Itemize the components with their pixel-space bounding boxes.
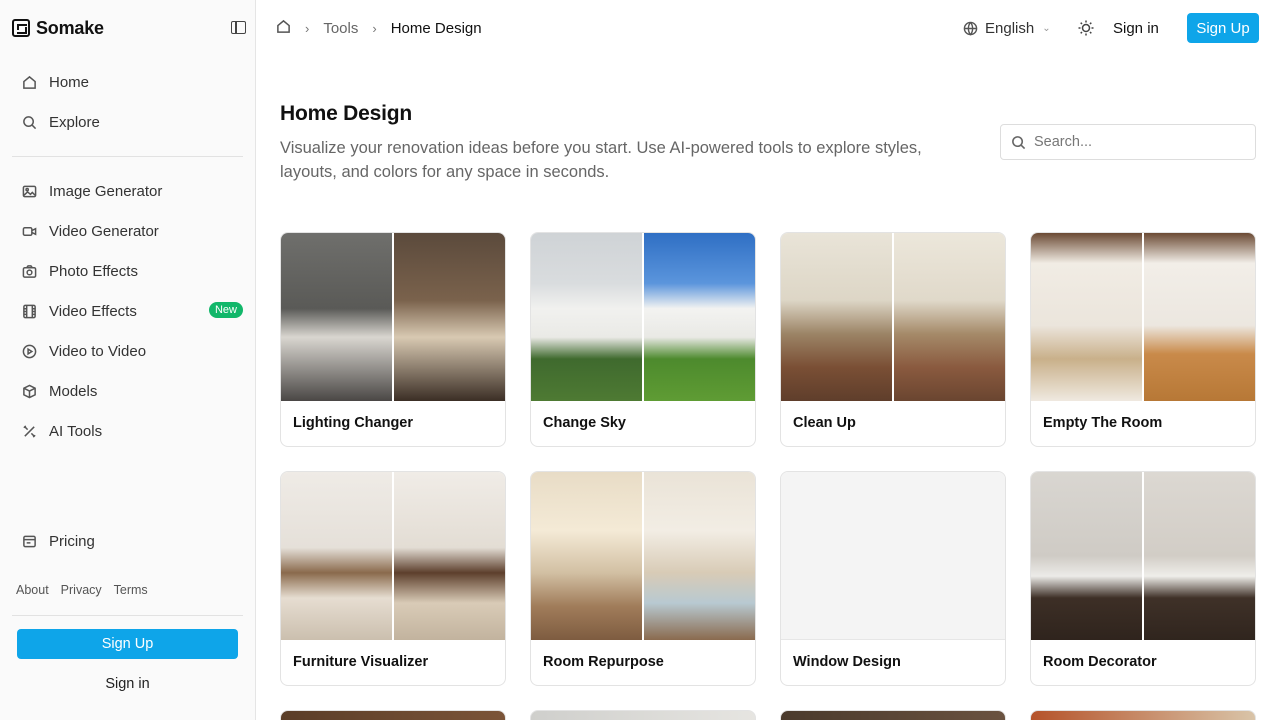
cube-icon (21, 383, 37, 399)
sidebar-item-home[interactable]: Home (12, 64, 244, 100)
sidebar-item-pricing[interactable]: Pricing (12, 523, 244, 559)
sidebar-item-label: Explore (49, 113, 100, 131)
sidebar-item-video-generator[interactable]: Video Generator (12, 213, 244, 249)
sidebar-item-label: Video Generator (49, 222, 159, 240)
sidebar-item-ai-tools[interactable]: AI Tools (12, 413, 244, 449)
breadcrumb-tools[interactable]: Tools (323, 20, 358, 37)
search-icon (1012, 135, 1026, 149)
tool-card-clean-up[interactable]: Clean Up (780, 232, 1006, 447)
card-title: Room Repurpose (543, 654, 664, 670)
receipt-icon (21, 533, 37, 549)
tool-card-empty-the-room[interactable]: Empty The Room (1030, 232, 1256, 447)
sidebar-item-label: Pricing (49, 532, 95, 550)
sidebar-item-video-effects[interactable]: Video Effects New (12, 293, 244, 329)
sidebar-item-models[interactable]: Models (12, 373, 244, 409)
card-thumbnail (281, 233, 505, 401)
sidebar-item-label: Image Generator (49, 182, 163, 200)
sidebar-divider (12, 615, 243, 616)
camera-icon (21, 263, 37, 279)
brand-name: Somake (36, 17, 104, 38)
brand[interactable]: Somake (12, 16, 104, 40)
home-icon (21, 74, 37, 90)
language-selector[interactable]: English ⌄ (963, 18, 1051, 38)
video-icon (21, 223, 37, 239)
sidebar-item-label: AI Tools (49, 422, 103, 440)
sidebar-sign-up-button[interactable]: Sign Up (17, 629, 238, 659)
sidebar-item-label: Home (49, 73, 90, 91)
tool-card-partial[interactable] (1030, 710, 1256, 720)
card-thumbnail (281, 472, 505, 640)
header-sign-in-button[interactable]: Sign in (1113, 17, 1159, 39)
card-thumbnail (781, 233, 1005, 401)
sidebar-item-video-to-video[interactable]: Video to Video (12, 333, 244, 369)
tool-card-furniture-visualizer[interactable]: Furniture Visualizer (280, 471, 506, 686)
card-thumbnail (1031, 233, 1255, 401)
privacy-link[interactable]: Privacy (61, 583, 102, 597)
new-badge: New (208, 302, 243, 318)
sidebar-collapse-icon[interactable] (231, 21, 246, 34)
sidebar: Somake Home Explore Image Generator Vide… (0, 0, 256, 720)
theme-toggle-sun-icon[interactable] (1077, 19, 1095, 37)
somake-logo-icon (12, 19, 30, 37)
sidebar-item-label: Photo Effects (49, 262, 138, 280)
film-icon (21, 303, 37, 319)
chevron-down-icon: ⌄ (1042, 22, 1051, 34)
chevron-right-icon: › (305, 20, 310, 36)
play-circle-icon (21, 343, 37, 359)
globe-icon (963, 21, 978, 36)
sidebar-item-image-generator[interactable]: Image Generator (12, 173, 244, 209)
card-thumbnail (531, 472, 755, 640)
breadcrumb-current: Home Design (390, 19, 482, 37)
card-title: Furniture Visualizer (293, 654, 429, 670)
terms-link[interactable]: Terms (114, 583, 148, 597)
sidebar-divider (12, 156, 243, 157)
card-thumbnail (531, 233, 755, 401)
sidebar-item-explore[interactable]: Explore (12, 104, 244, 140)
tool-card-change-sky[interactable]: Change Sky (530, 232, 756, 447)
sidebar-item-photo-effects[interactable]: Photo Effects (12, 253, 244, 289)
about-link[interactable]: About (16, 583, 49, 597)
tool-card-room-repurpose[interactable]: Room Repurpose (530, 471, 756, 686)
sidebar-item-label: Video to Video (49, 342, 147, 360)
page-title: Home Design (280, 102, 412, 125)
sidebar-sign-in-button[interactable]: Sign in (17, 671, 238, 697)
footer-links: About Privacy Terms (16, 583, 148, 597)
header-sign-up-button[interactable]: Sign Up (1187, 13, 1259, 43)
search-input[interactable] (1034, 134, 1234, 150)
tool-card-partial[interactable] (780, 710, 1006, 720)
card-title: Room Decorator (1043, 654, 1157, 670)
search-box[interactable] (1000, 124, 1256, 160)
card-title: Change Sky (543, 415, 626, 431)
chevron-right-icon: › (372, 20, 377, 36)
tool-card-lighting-changer[interactable]: Lighting Changer (280, 232, 506, 447)
sidebar-item-label: Models (49, 382, 98, 400)
card-thumbnail (1031, 472, 1255, 640)
tools-icon (21, 423, 37, 439)
image-icon (21, 183, 37, 199)
language-label: English (985, 19, 1035, 37)
card-title: Window Design (793, 654, 901, 670)
tool-card-partial[interactable] (530, 710, 756, 720)
card-thumbnail-placeholder (781, 472, 1005, 640)
sidebar-item-label: Video Effects (49, 302, 137, 320)
tool-card-window-design[interactable]: Window Design (780, 471, 1006, 686)
card-title: Lighting Changer (293, 415, 414, 431)
tool-card-room-decorator[interactable]: Room Decorator (1030, 471, 1256, 686)
breadcrumb: › Tools › Home Design (276, 18, 482, 38)
search-icon (21, 114, 37, 130)
page-description: Visualize your renovation ideas before y… (280, 139, 922, 181)
card-title: Clean Up (793, 415, 856, 431)
home-icon[interactable] (276, 19, 291, 38)
tool-card-partial[interactable] (280, 710, 506, 720)
card-title: Empty The Room (1043, 415, 1163, 431)
